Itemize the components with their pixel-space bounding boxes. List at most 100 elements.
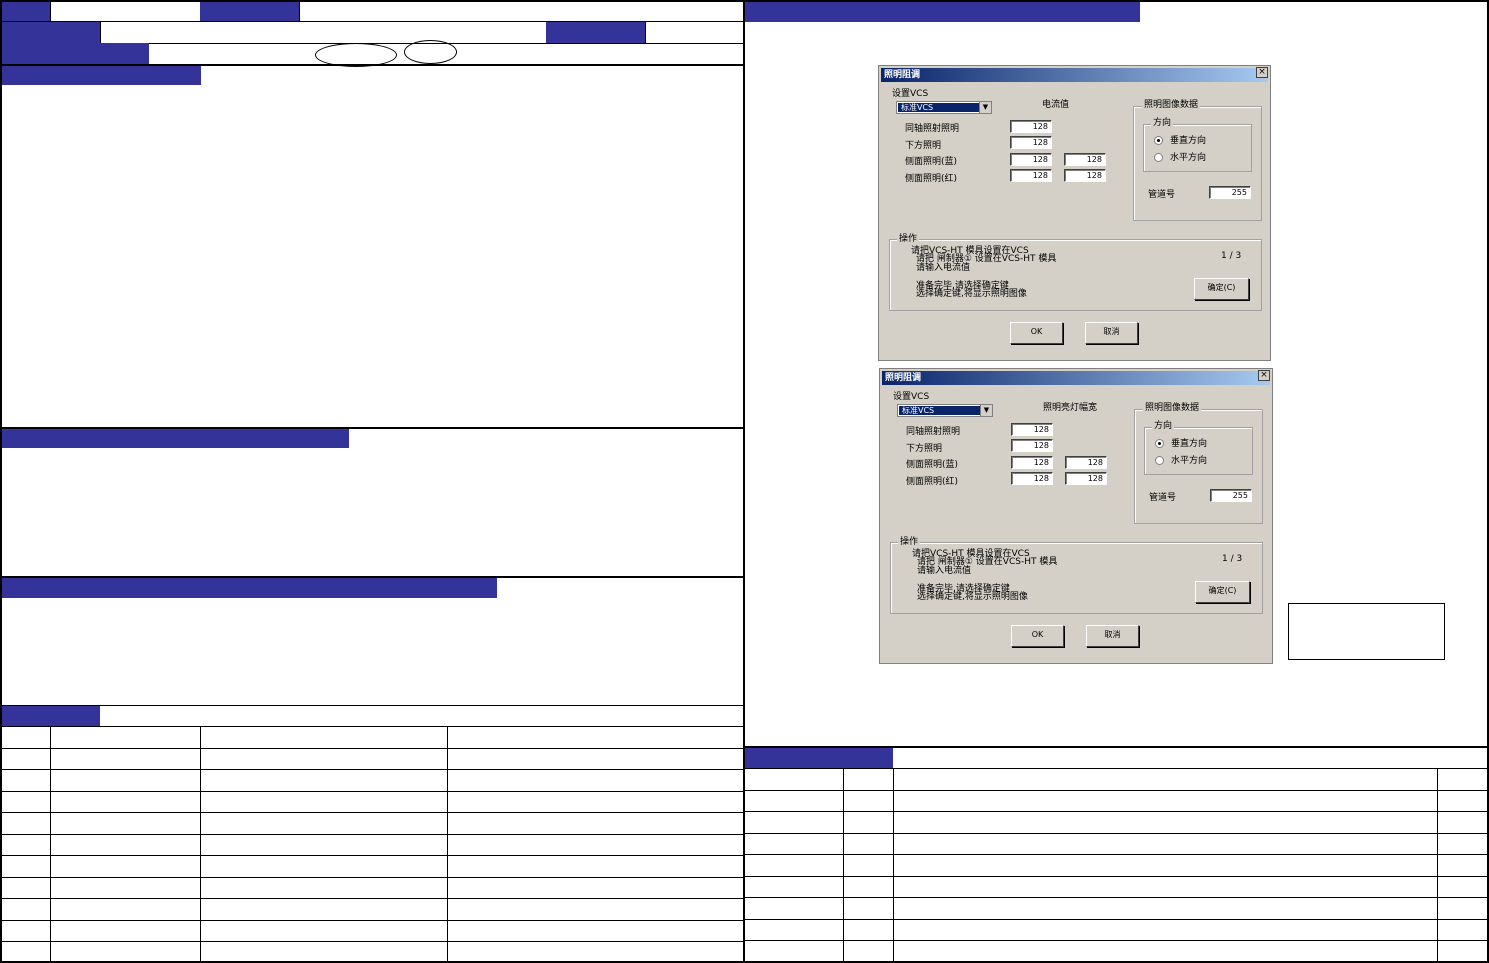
operation-group-label: 操作 xyxy=(897,234,920,244)
side-blue-field-1[interactable]: 128 xyxy=(1010,153,1052,166)
channel-field[interactable]: 255 xyxy=(1210,489,1252,502)
coaxial-value-field[interactable]: 128 xyxy=(1011,423,1053,436)
chevron-down-icon[interactable]: ▼ xyxy=(980,405,992,416)
set-vcs-label: 设置VCS xyxy=(893,392,930,402)
coaxial-value-field[interactable]: 128 xyxy=(1010,120,1052,133)
table-row-line xyxy=(745,833,1487,834)
table-row-line xyxy=(2,920,743,921)
confirm-button[interactable]: 确定(C) xyxy=(1194,278,1249,300)
vcs-select-value: 标准VCS xyxy=(898,103,979,112)
radio-horizontal[interactable] xyxy=(1154,153,1163,162)
row-label-lower: 下方照明 xyxy=(906,444,943,454)
header-cell-1 xyxy=(2,2,50,21)
side-blue-field-1[interactable]: 128 xyxy=(1011,456,1053,469)
table-col-line xyxy=(447,726,448,961)
table-row-line xyxy=(745,790,1487,791)
section-2-header xyxy=(2,429,349,448)
header-cell-5 xyxy=(2,43,149,64)
row-label-side-blue: 侧面照明(蓝) xyxy=(905,157,958,167)
table-row-line xyxy=(2,769,743,770)
section-divider-3 xyxy=(2,705,743,706)
radio-horizontal[interactable] xyxy=(1155,456,1164,465)
header-vline-d xyxy=(645,22,646,43)
side-red-field-2[interactable]: 128 xyxy=(1064,169,1106,182)
direction-group xyxy=(1143,124,1252,172)
table-col-line xyxy=(200,726,201,961)
row-label-side-red: 侧面照明(红) xyxy=(906,477,959,487)
op-line-5: 选择确定键,将显示照明图像 xyxy=(917,592,1028,602)
table-row-line xyxy=(2,898,743,899)
note-box xyxy=(1288,603,1445,660)
vcs-select-value: 标准VCS xyxy=(899,406,980,415)
table-row-line xyxy=(2,877,743,878)
section-3-header xyxy=(2,578,497,598)
channel-label: 管道号 xyxy=(1149,493,1177,503)
row-label-side-blue: 侧面照明(蓝) xyxy=(906,460,959,470)
right-header-bar xyxy=(745,2,1140,22)
confirm-button[interactable]: 确定(C) xyxy=(1195,581,1250,603)
value-header: 照明亮灯幅宽 xyxy=(1043,403,1098,413)
radio-vertical[interactable] xyxy=(1154,136,1163,145)
direction-group-label: 方向 xyxy=(1152,421,1175,431)
radio-horizontal-label: 水平方向 xyxy=(1170,153,1207,163)
table-col-line xyxy=(843,768,844,961)
ok-button[interactable]: OK xyxy=(1011,625,1064,647)
close-icon[interactable]: × xyxy=(1256,67,1268,78)
page-indicator: 1 / 3 xyxy=(1222,554,1243,564)
value-header: 电流值 xyxy=(1042,100,1070,110)
op-line-3: 请输入电流值 xyxy=(917,566,972,576)
vcs-select[interactable]: 标准VCS ▼ xyxy=(896,101,992,114)
cancel-button[interactable]: 取消 xyxy=(1085,322,1138,344)
table-row-line xyxy=(745,940,1487,941)
chevron-down-icon[interactable]: ▼ xyxy=(979,102,991,113)
table-row-line xyxy=(745,811,1487,812)
operation-group-label: 操作 xyxy=(898,537,921,547)
row-label-side-red: 侧面照明(红) xyxy=(905,174,958,184)
header-vline-b xyxy=(299,2,300,21)
header-vline-a xyxy=(50,2,51,21)
section-1-header xyxy=(2,66,201,85)
radio-vertical[interactable] xyxy=(1155,439,1164,448)
table-row-line xyxy=(745,919,1487,920)
table-left-header xyxy=(2,706,100,726)
table-row-line xyxy=(745,876,1487,877)
ok-button[interactable]: OK xyxy=(1010,322,1063,344)
side-blue-field-2[interactable]: 128 xyxy=(1064,153,1106,166)
side-red-field-2[interactable]: 128 xyxy=(1065,472,1107,485)
vcs-select[interactable]: 标准VCS ▼ xyxy=(897,404,993,417)
table-row-line xyxy=(745,897,1487,898)
side-blue-field-2[interactable]: 128 xyxy=(1065,456,1107,469)
row-label-lower: 下方照明 xyxy=(905,141,942,151)
image-data-group-label: 照明图像数据 xyxy=(1143,403,1202,413)
table-row-line xyxy=(2,855,743,856)
table-col-line xyxy=(1437,768,1438,961)
ellipse-mark-2 xyxy=(404,40,457,64)
header-cell-3 xyxy=(2,22,100,43)
table-right-top xyxy=(745,768,1487,769)
side-red-field-1[interactable]: 128 xyxy=(1011,472,1053,485)
op-line-3: 请输入电流值 xyxy=(916,263,971,273)
direction-group xyxy=(1144,427,1253,475)
channel-label: 管道号 xyxy=(1148,190,1176,200)
header-vline-c xyxy=(100,22,101,43)
dialog-title: 照明阻调 xyxy=(882,371,1270,385)
page-indicator: 1 / 3 xyxy=(1221,251,1242,261)
cancel-button[interactable]: 取消 xyxy=(1086,625,1139,647)
set-vcs-label: 设置VCS xyxy=(892,89,929,99)
channel-field[interactable]: 255 xyxy=(1209,186,1251,199)
table-row-line xyxy=(2,941,743,942)
table-row-line xyxy=(2,791,743,792)
radio-horizontal-label: 水平方向 xyxy=(1171,456,1208,466)
table-row-line xyxy=(745,854,1487,855)
op-line-5: 选择确定键,将显示照明图像 xyxy=(916,289,1027,299)
lower-value-field[interactable]: 128 xyxy=(1010,136,1052,149)
side-red-field-1[interactable]: 128 xyxy=(1010,169,1052,182)
direction-group-label: 方向 xyxy=(1151,118,1174,128)
close-icon[interactable]: × xyxy=(1258,370,1270,381)
table-col-line xyxy=(893,768,894,961)
row-label-coaxial: 同轴照射照明 xyxy=(906,427,961,437)
lower-value-field[interactable]: 128 xyxy=(1011,439,1053,452)
dialog-title: 照明阻调 xyxy=(881,68,1268,82)
table-row-line xyxy=(2,834,743,835)
image-data-group-label: 照明图像数据 xyxy=(1142,100,1201,110)
